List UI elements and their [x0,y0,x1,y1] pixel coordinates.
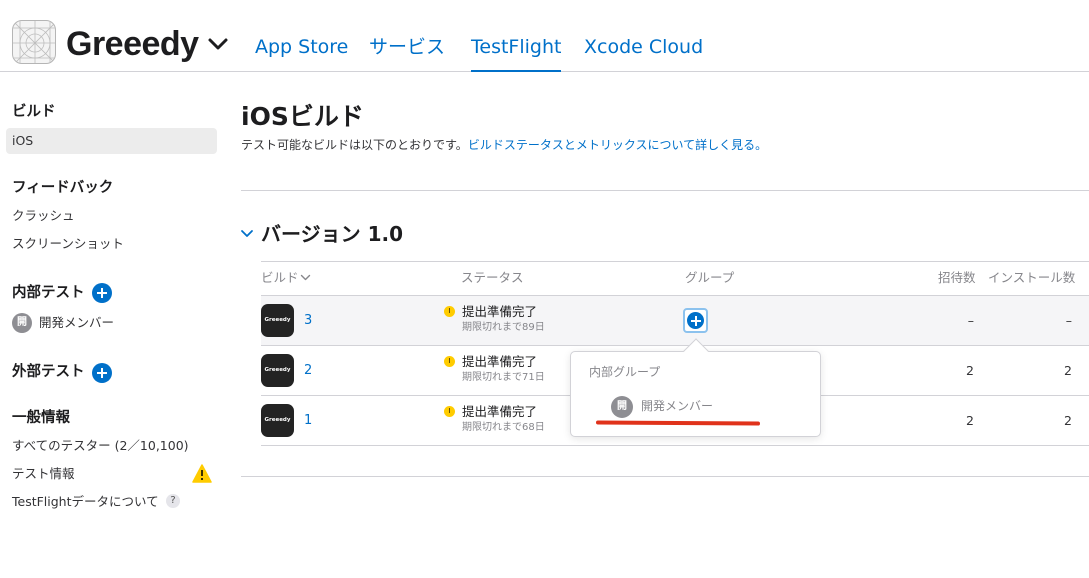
sidebar-item-test-info[interactable]: テスト情報 [12,465,75,483]
invite-count: – [967,313,974,328]
version-title[interactable]: バージョン 1.0 [261,220,403,248]
tab-app-store[interactable]: App Store [255,34,348,60]
build-number-link[interactable]: 1 [304,412,312,430]
chevron-down-icon[interactable] [207,36,229,52]
add-internal-group-button[interactable] [92,283,112,303]
build-app-icon: Greeedy [261,354,294,387]
add-external-group-button[interactable] [92,363,112,383]
status-warning-icon [444,356,455,367]
plus-icon[interactable] [687,312,704,329]
sidebar-item-ios[interactable] [6,128,217,154]
learn-more-link[interactable]: ビルドステータスとメトリックスについて詳しく見る。 [468,138,767,152]
group-badge-icon: 開 [611,396,633,418]
build-expiry: 期限切れまで68日 [462,422,545,433]
build-expiry: 期限切れまで71日 [462,372,545,383]
add-group-button[interactable] [683,308,708,333]
status-warning-icon [444,406,455,417]
sidebar-item-all-testers[interactable]: すべてのテスター (2／10,100) [12,437,189,455]
build-status: 提出準備完了 [462,404,538,419]
group-badge-icon: 開 [12,313,32,333]
install-count: 2 [1064,363,1072,378]
page-subtitle-text: テスト可能なビルドは以下のとおりです。 [241,138,468,152]
tab-xcode-cloud[interactable]: Xcode Cloud [584,34,703,60]
install-count: 2 [1064,413,1072,428]
table-top-divider [261,261,1089,262]
page-subtitle: テスト可能なビルドは以下のとおりです。ビルドステータスとメトリックスについて詳し… [241,137,767,153]
sidebar-item-ios-label[interactable]: iOS [12,132,33,150]
section-divider [241,476,1089,477]
divider [241,190,1089,191]
install-count: – [1065,313,1072,328]
active-tab-indicator [471,70,561,72]
build-status: 提出準備完了 [462,304,538,319]
build-expiry: 期限切れまで89日 [462,322,545,333]
popover-item-label[interactable]: 開発メンバー [641,398,713,414]
column-header-invites: 招待数 [938,270,976,285]
top-header: Greeedy App Store サービス TestFlight Xcode … [0,0,1089,72]
sidebar-item-dev-members[interactable]: 開発メンバー [39,314,114,332]
build-status: 提出準備完了 [462,354,538,369]
invite-count: 2 [966,413,974,428]
build-app-icon: Greeedy [261,404,294,437]
sidebar-heading-builds: ビルド [12,104,56,120]
table-bottom-divider [261,445,1089,446]
warning-icon [192,464,212,483]
chevron-down-icon[interactable] [240,228,254,240]
sidebar-heading-general: 一般情報 [12,410,70,426]
column-header-status: ステータス [461,270,524,285]
status-warning-icon [444,306,455,317]
popover-heading: 内部グループ [589,365,661,379]
app-icon [12,20,56,64]
column-header-group: グループ [685,270,735,285]
help-icon[interactable]: ? [166,494,180,508]
build-number-link[interactable]: 2 [304,362,312,380]
chevron-down-icon[interactable] [300,273,311,282]
sidebar-heading-internal-testing: 内部テスト [12,285,85,301]
invite-count: 2 [966,363,974,378]
tab-services[interactable]: サービス [369,34,445,60]
tab-testflight[interactable]: TestFlight [471,34,561,60]
sidebar-item-testflight-data[interactable]: TestFlightデータについて [12,493,159,511]
build-app-icon: Greeedy [261,304,294,337]
sidebar-heading-feedback: フィードバック [12,180,114,196]
column-header-installs: インストール数 [988,270,1076,285]
sidebar-item-screenshots[interactable]: スクリーンショット [12,235,124,253]
page-title: iOSビルド [241,102,364,131]
sidebar-item-crashes[interactable]: クラッシュ [12,207,75,225]
app-name[interactable]: Greeedy [66,24,199,64]
column-header-build[interactable]: ビルド [261,270,299,286]
sidebar-heading-external-testing: 外部テスト [12,364,85,380]
build-number-link[interactable]: 3 [304,312,312,330]
